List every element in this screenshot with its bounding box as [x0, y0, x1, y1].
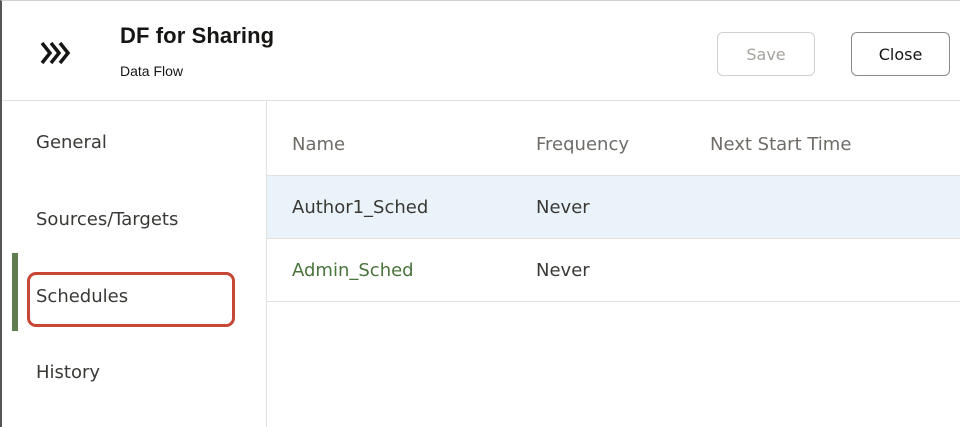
table-row[interactable]: Author1_Sched Never [267, 176, 960, 239]
schedules-highlight-box [27, 272, 235, 327]
table-header-row: Name Frequency Next Start Time [267, 101, 960, 176]
schedules-table: Name Frequency Next Start Time Author1_S… [267, 101, 960, 427]
sidebar-nav: General Sources/Targets Schedules Histor… [2, 101, 267, 427]
column-header-name[interactable]: Name [292, 134, 345, 155]
page-header: DF for Sharing Data Flow Save Close [2, 1, 960, 101]
column-header-frequency[interactable]: Frequency [536, 134, 629, 155]
data-flow-chevrons-icon [40, 41, 71, 65]
sidebar-item-sources-targets[interactable]: Sources/Targets [36, 209, 178, 230]
schedule-frequency: Never [536, 197, 590, 218]
page-title: DF for Sharing [120, 23, 275, 48]
page-subtitle: Data Flow [120, 63, 184, 79]
sidebar-item-general[interactable]: General [36, 132, 107, 153]
save-button[interactable]: Save [717, 32, 815, 76]
column-header-next-start-time[interactable]: Next Start Time [710, 134, 851, 155]
schedule-name[interactable]: Admin_Sched [292, 260, 414, 281]
table-row[interactable]: Admin_Sched Never [267, 239, 960, 302]
sidebar-item-history[interactable]: History [36, 362, 100, 383]
schedule-frequency: Never [536, 260, 590, 281]
active-indicator [12, 253, 18, 331]
close-button[interactable]: Close [851, 32, 950, 76]
schedule-name[interactable]: Author1_Sched [292, 197, 428, 218]
